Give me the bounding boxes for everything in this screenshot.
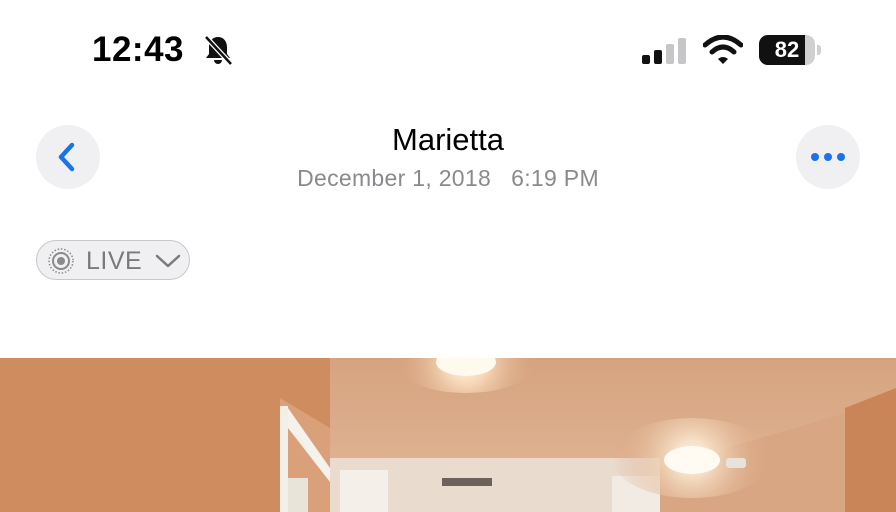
page-title: Marietta [392,122,504,157]
battery-body: 82 [759,35,815,65]
live-label: LIVE [86,247,143,275]
bell-slash-icon [204,35,233,66]
photo-date: December 1, 2018 6:19 PM [297,165,599,191]
ellipsis-icon [811,153,845,161]
battery-icon: 82 [759,35,821,65]
wifi-icon [703,35,743,64]
cellular-signal-icon [642,38,686,64]
photo-image [0,358,896,512]
chevron-down-icon [155,254,181,268]
live-photo-icon [48,248,74,274]
battery-level: 82 [774,37,800,62]
status-bar: 12:43 82 [0,0,896,100]
more-button[interactable] [796,125,860,189]
photo-header: Marietta December 1, 2018 6:19 PM [0,110,896,210]
hallway-interior-photo[interactable] [0,358,896,512]
live-photo-button[interactable]: LIVE [36,240,190,280]
battery-tip [817,45,821,55]
status-time: 12:43 [92,30,185,69]
